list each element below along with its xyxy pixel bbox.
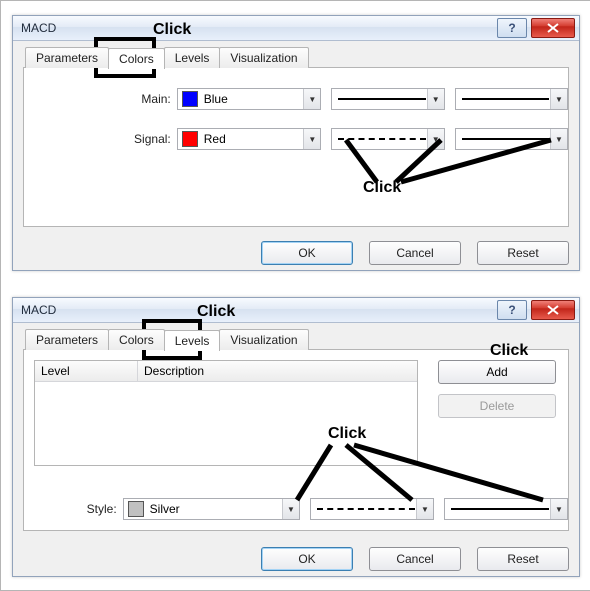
style-color-value: Silver	[150, 502, 180, 516]
list-header: Level Description	[35, 361, 417, 382]
chevron-down-icon: ▼	[303, 89, 320, 109]
chevron-down-icon: ▼	[427, 89, 444, 109]
cancel-button[interactable]: Cancel	[369, 547, 461, 571]
column-level[interactable]: Level	[35, 361, 138, 381]
signal-label: Signal:	[24, 132, 177, 146]
tab-colors[interactable]: Colors	[108, 48, 165, 69]
dashed-line-icon	[338, 138, 425, 140]
chevron-down-icon: ▼	[282, 499, 299, 519]
main-color-swatch	[182, 91, 198, 107]
titlebar[interactable]: MACD ?	[13, 298, 579, 323]
reset-button[interactable]: Reset	[477, 241, 569, 265]
solid-line-icon	[338, 98, 425, 100]
chevron-down-icon: ▼	[550, 499, 567, 519]
main-line-pattern-combo[interactable]: ▼	[331, 88, 444, 110]
style-line-pattern-combo[interactable]: ▼	[310, 498, 434, 520]
main-color-combo[interactable]: Blue ▼	[177, 88, 322, 110]
column-description[interactable]: Description	[138, 361, 417, 381]
style-label: Style:	[24, 502, 123, 516]
close-button[interactable]	[531, 300, 575, 320]
titlebar[interactable]: MACD ?	[13, 16, 579, 41]
close-button[interactable]	[531, 18, 575, 38]
tab-levels[interactable]: Levels	[164, 330, 221, 351]
solid-line-icon	[462, 138, 549, 140]
main-line-width-combo[interactable]: ▼	[455, 88, 568, 110]
tab-visualization[interactable]: Visualization	[219, 329, 308, 350]
ok-button[interactable]: OK	[261, 241, 353, 265]
signal-color-combo[interactable]: Red ▼	[177, 128, 322, 150]
main-label: Main:	[24, 92, 177, 106]
reset-button[interactable]: Reset	[477, 547, 569, 571]
dashed-line-icon	[317, 508, 415, 510]
style-color-combo[interactable]: Silver ▼	[123, 498, 300, 520]
macd-dialog-colors: MACD ? Parameters Colors Levels Visualiz…	[12, 15, 580, 271]
tabstrip: Parameters Colors Levels Visualization	[25, 329, 569, 350]
signal-line-width-combo[interactable]: ▼	[455, 128, 568, 150]
main-color-value: Blue	[204, 92, 228, 106]
chevron-down-icon: ▼	[550, 89, 567, 109]
window-title: MACD	[21, 303, 56, 317]
chevron-down-icon: ▼	[427, 129, 444, 149]
macd-dialog-levels: MACD ? Parameters Colors Levels Visualiz…	[12, 297, 580, 577]
colors-panel: Main: Blue ▼ ▼ ▼ Signal:	[23, 67, 569, 227]
signal-color-swatch	[182, 131, 198, 147]
tab-visualization[interactable]: Visualization	[219, 47, 308, 68]
chevron-down-icon: ▼	[416, 499, 433, 519]
tab-levels[interactable]: Levels	[164, 47, 221, 68]
tabstrip: Parameters Colors Levels Visualization	[25, 47, 569, 68]
solid-line-icon	[451, 508, 549, 510]
chevron-down-icon: ▼	[303, 129, 320, 149]
levels-panel: Level Description Add Delete Style: Silv…	[23, 349, 569, 531]
tab-parameters[interactable]: Parameters	[25, 329, 109, 350]
add-button[interactable]: Add	[438, 360, 556, 384]
help-button[interactable]: ?	[497, 300, 527, 320]
levels-listbox[interactable]: Level Description	[34, 360, 418, 466]
chevron-down-icon: ▼	[550, 129, 567, 149]
signal-line-pattern-combo[interactable]: ▼	[331, 128, 444, 150]
style-color-swatch	[128, 501, 144, 517]
cancel-button[interactable]: Cancel	[369, 241, 461, 265]
style-line-width-combo[interactable]: ▼	[444, 498, 568, 520]
help-button[interactable]: ?	[497, 18, 527, 38]
ok-button[interactable]: OK	[261, 547, 353, 571]
window-title: MACD	[21, 21, 56, 35]
signal-color-value: Red	[204, 132, 226, 146]
tab-colors[interactable]: Colors	[108, 329, 165, 350]
tab-parameters[interactable]: Parameters	[25, 47, 109, 68]
solid-line-icon	[462, 98, 549, 100]
delete-button: Delete	[438, 394, 556, 418]
